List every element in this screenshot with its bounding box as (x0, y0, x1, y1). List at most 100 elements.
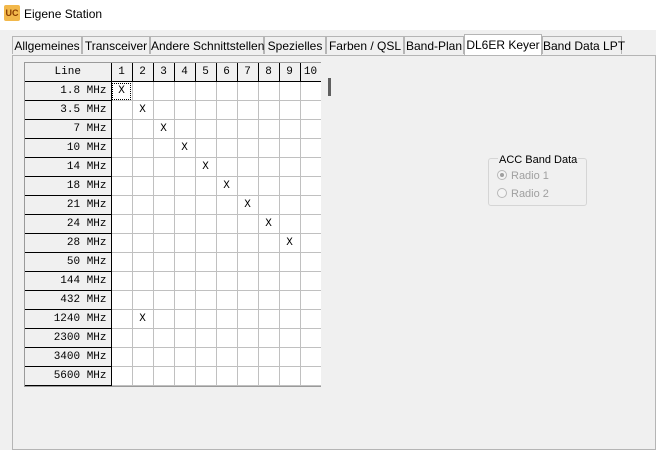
grid-cell[interactable] (174, 176, 196, 196)
grid-cell[interactable] (237, 176, 259, 196)
column-header-3[interactable]: 3 (153, 63, 175, 82)
scrollbar-thumb[interactable] (328, 78, 331, 96)
grid-cell[interactable] (195, 214, 217, 234)
grid-cell[interactable] (300, 271, 322, 291)
grid-cell[interactable] (237, 214, 259, 234)
grid-cell[interactable] (237, 385, 259, 386)
grid-cell[interactable] (195, 233, 217, 253)
grid-cell[interactable] (300, 157, 322, 177)
grid-cell[interactable] (174, 157, 196, 177)
grid-cell[interactable] (174, 100, 196, 120)
grid-cell[interactable] (279, 176, 301, 196)
grid-cell[interactable] (300, 176, 322, 196)
grid-cell[interactable] (111, 233, 133, 253)
grid-cell[interactable] (279, 81, 301, 101)
band-label[interactable]: 1.8 MHz (25, 81, 112, 101)
grid-cell[interactable] (300, 233, 322, 253)
grid-cell[interactable] (174, 347, 196, 367)
column-header-4[interactable]: 4 (174, 63, 196, 82)
radio-1-button-icon[interactable] (497, 170, 507, 180)
column-header-5[interactable]: 5 (195, 63, 217, 82)
grid-cell[interactable] (132, 119, 154, 139)
grid-cell[interactable] (216, 214, 238, 234)
grid-cell[interactable] (258, 366, 280, 386)
grid-cell[interactable] (153, 138, 175, 158)
grid-cell[interactable] (153, 233, 175, 253)
grid-cell[interactable] (279, 157, 301, 177)
grid-cell[interactable]: X (195, 157, 217, 177)
tab-farben-qsl[interactable]: Farben / QSL (326, 36, 404, 54)
grid-cell[interactable]: X (132, 309, 154, 329)
grid-cell[interactable]: X (237, 195, 259, 215)
grid-cell[interactable] (153, 252, 175, 272)
grid-cell[interactable] (279, 195, 301, 215)
column-header-1[interactable]: 1 (111, 63, 133, 82)
band-label[interactable]: 50 MHz (25, 252, 112, 272)
grid-cell[interactable] (195, 309, 217, 329)
grid-cell[interactable] (300, 100, 322, 120)
grid-cell[interactable] (300, 290, 322, 310)
grid-cell[interactable] (216, 347, 238, 367)
grid-cell[interactable] (258, 252, 280, 272)
grid-cell[interactable] (153, 290, 175, 310)
grid-cell[interactable] (111, 214, 133, 234)
column-header-2[interactable]: 2 (132, 63, 154, 82)
grid-cell[interactable] (258, 81, 280, 101)
grid-cell[interactable] (132, 385, 154, 386)
tab-transceiver[interactable]: Transceiver (82, 36, 150, 54)
grid-cell[interactable] (279, 214, 301, 234)
tab-dl6er-keyer[interactable]: DL6ER Keyer (464, 34, 542, 55)
grid-cell[interactable] (258, 385, 280, 386)
grid-cell[interactable] (195, 328, 217, 348)
grid-cell[interactable] (153, 328, 175, 348)
grid-cell[interactable] (237, 138, 259, 158)
grid-cell[interactable] (258, 347, 280, 367)
grid-cell[interactable] (300, 195, 322, 215)
column-header-10[interactable]: 10 (300, 63, 322, 82)
grid-cell[interactable] (174, 233, 196, 253)
grid-cell[interactable] (132, 328, 154, 348)
grid-cell[interactable] (258, 233, 280, 253)
grid-cell[interactable] (237, 233, 259, 253)
band-label[interactable]: 5600 MHz (25, 366, 112, 386)
grid-cell[interactable] (300, 347, 322, 367)
grid-cell[interactable] (300, 385, 322, 386)
grid-cell[interactable] (111, 119, 133, 139)
grid-cell[interactable] (258, 176, 280, 196)
grid-cell[interactable]: X (279, 233, 301, 253)
grid-cell[interactable]: X (258, 214, 280, 234)
band-label[interactable]: 18 MHz (25, 176, 112, 196)
grid-cell[interactable] (279, 366, 301, 386)
grid-cell[interactable] (132, 271, 154, 291)
grid-cell[interactable] (237, 157, 259, 177)
band-label[interactable]: 3400 MHz (25, 347, 112, 367)
grid-cell[interactable] (195, 119, 217, 139)
grid-cell[interactable] (237, 290, 259, 310)
grid-cell[interactable] (132, 290, 154, 310)
grid-cell[interactable] (300, 328, 322, 348)
grid-cell[interactable] (195, 195, 217, 215)
grid-cell[interactable] (153, 176, 175, 196)
grid-cell[interactable] (216, 81, 238, 101)
grid-cell[interactable] (300, 119, 322, 139)
grid-cell[interactable] (111, 385, 133, 386)
band-label[interactable]: 144 MHz (25, 271, 112, 291)
grid-cell[interactable] (237, 309, 259, 329)
grid-cell[interactable] (279, 119, 301, 139)
grid-cell[interactable] (174, 385, 196, 386)
grid-cell[interactable] (111, 271, 133, 291)
grid-cell[interactable] (111, 309, 133, 329)
grid-cell[interactable] (216, 233, 238, 253)
grid-cell[interactable] (111, 290, 133, 310)
grid-cell[interactable] (132, 252, 154, 272)
grid-cell[interactable] (237, 81, 259, 101)
grid-cell[interactable]: X (153, 119, 175, 139)
grid-cell[interactable] (195, 81, 217, 101)
grid-cell[interactable] (279, 328, 301, 348)
grid-cell[interactable] (237, 347, 259, 367)
grid-cell[interactable] (300, 366, 322, 386)
grid-cell[interactable] (195, 252, 217, 272)
grid-cell[interactable] (237, 366, 259, 386)
column-header-9[interactable]: 9 (279, 63, 301, 82)
radio-2-option[interactable]: Radio 2 (497, 188, 549, 200)
